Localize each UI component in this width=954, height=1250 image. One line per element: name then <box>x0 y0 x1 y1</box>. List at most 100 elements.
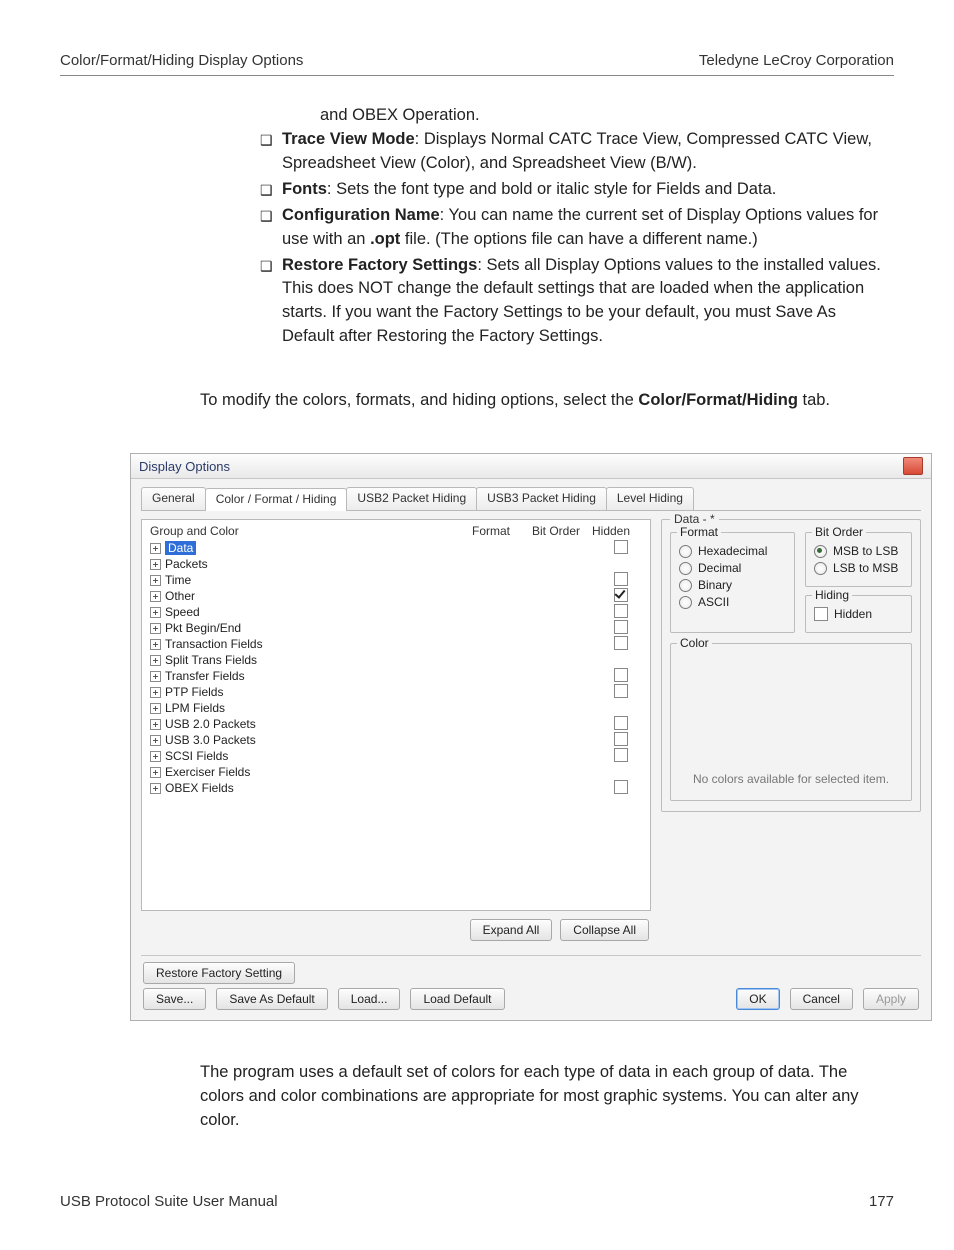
tab-usb3-packet-hiding[interactable]: USB3 Packet Hiding <box>476 487 607 510</box>
expand-icon[interactable] <box>150 767 161 778</box>
tree-row[interactable]: Transaction Fields <box>142 636 650 652</box>
col-group: Group and Color <box>150 524 472 538</box>
tree-row[interactable]: Exerciser Fields <box>142 764 650 780</box>
hidden-checkbox[interactable] <box>614 668 628 682</box>
hidden-checkbox[interactable] <box>614 540 628 554</box>
tree-label[interactable]: Other <box>165 589 600 603</box>
tree-label[interactable]: Packets <box>165 557 600 571</box>
close-icon[interactable] <box>903 457 923 475</box>
tree-row[interactable]: Speed <box>142 604 650 620</box>
hidden-label: Hidden <box>834 607 872 621</box>
expand-icon[interactable] <box>150 735 161 746</box>
hidden-checkbox[interactable] <box>614 748 628 762</box>
bullet-term: Trace View Mode <box>282 130 415 148</box>
tree-row[interactable]: USB 3.0 Packets <box>142 732 650 748</box>
tree-label[interactable]: USB 2.0 Packets <box>165 717 600 731</box>
load-button[interactable]: Load... <box>338 988 401 1010</box>
cancel-button[interactable]: Cancel <box>790 988 853 1010</box>
tree-row[interactable]: Data <box>142 540 650 556</box>
tree-row[interactable]: Other <box>142 588 650 604</box>
format-legend: Format <box>677 525 721 539</box>
tree-row[interactable]: LPM Fields <box>142 700 650 716</box>
hidden-checkbox[interactable] <box>614 604 628 618</box>
expand-icon[interactable] <box>150 607 161 618</box>
format-option[interactable]: Hexadecimal <box>679 544 786 558</box>
expand-icon[interactable] <box>150 671 161 682</box>
expand-icon[interactable] <box>150 575 161 586</box>
tab-usb2-packet-hiding[interactable]: USB2 Packet Hiding <box>346 487 477 510</box>
expand-icon[interactable] <box>150 623 161 634</box>
tree-row[interactable]: USB 2.0 Packets <box>142 716 650 732</box>
expand-icon[interactable] <box>150 703 161 714</box>
radio-icon[interactable] <box>679 596 692 609</box>
tree-label[interactable]: USB 3.0 Packets <box>165 733 600 747</box>
bitorder-option[interactable]: LSB to MSB <box>814 561 903 575</box>
expand-icon[interactable] <box>150 639 161 650</box>
hidden-checkbox[interactable] <box>614 780 628 794</box>
bullet-item: ❑Fonts: Sets the font type and bold or i… <box>260 178 888 202</box>
radio-icon[interactable] <box>679 545 692 558</box>
tree-row[interactable]: Time <box>142 572 650 588</box>
save-as-default-button[interactable]: Save As Default <box>216 988 327 1010</box>
bullet-item: ❑Trace View Mode: Displays Normal CATC T… <box>260 128 888 176</box>
hidden-checkbox[interactable] <box>614 716 628 730</box>
tree-label[interactable]: Transaction Fields <box>165 637 600 651</box>
hidden-checkbox[interactable] <box>614 572 628 586</box>
expand-all-button[interactable]: Expand All <box>470 919 553 941</box>
tree-label[interactable]: PTP Fields <box>165 685 600 699</box>
tab-level-hiding[interactable]: Level Hiding <box>606 487 694 510</box>
radio-icon[interactable] <box>814 545 827 558</box>
expand-icon[interactable] <box>150 591 161 602</box>
load-default-button[interactable]: Load Default <box>410 988 504 1010</box>
bullet-bold-mid: .opt <box>370 230 400 248</box>
tree-row[interactable]: PTP Fields <box>142 684 650 700</box>
tree-label[interactable]: SCSI Fields <box>165 749 600 763</box>
tree-label[interactable]: Transfer Fields <box>165 669 600 683</box>
footer-page-number: 177 <box>869 1193 894 1210</box>
radio-icon[interactable] <box>679 579 692 592</box>
collapse-all-button[interactable]: Collapse All <box>560 919 649 941</box>
tree-row[interactable]: OBEX Fields <box>142 780 650 796</box>
ok-button[interactable]: OK <box>736 988 779 1010</box>
expand-icon[interactable] <box>150 655 161 666</box>
tree-label[interactable]: Exerciser Fields <box>165 765 600 779</box>
tree-row[interactable]: Pkt Begin/End <box>142 620 650 636</box>
hidden-checkbox[interactable] <box>614 636 628 650</box>
expand-icon[interactable] <box>150 719 161 730</box>
save-button[interactable]: Save... <box>143 988 206 1010</box>
hiding-legend: Hiding <box>812 588 852 602</box>
tree-label[interactable]: Split Trans Fields <box>165 653 600 667</box>
tree-label[interactable]: OBEX Fields <box>165 781 600 795</box>
expand-icon[interactable] <box>150 687 161 698</box>
hidden-checkbox[interactable] <box>614 588 628 602</box>
tree-row[interactable]: Packets <box>142 556 650 572</box>
hidden-checkbox[interactable] <box>614 732 628 746</box>
radio-icon[interactable] <box>679 562 692 575</box>
tree-label[interactable]: Pkt Begin/End <box>165 621 600 635</box>
bitorder-option[interactable]: MSB to LSB <box>814 544 903 558</box>
format-option[interactable]: Binary <box>679 578 786 592</box>
expand-icon[interactable] <box>150 783 161 794</box>
tree-row[interactable]: Transfer Fields <box>142 668 650 684</box>
restore-factory-button[interactable]: Restore Factory Setting <box>143 962 295 984</box>
hidden-checkbox[interactable] <box>814 607 828 621</box>
tree-label[interactable]: Speed <box>165 605 600 619</box>
expand-icon[interactable] <box>150 751 161 762</box>
tree-label[interactable]: Data <box>165 541 196 555</box>
tree-label[interactable]: LPM Fields <box>165 701 600 715</box>
hidden-checkbox[interactable] <box>614 684 628 698</box>
tree-row[interactable]: SCSI Fields <box>142 748 650 764</box>
tab-color-format-hiding[interactable]: Color / Format / Hiding <box>205 488 348 511</box>
apply-button[interactable]: Apply <box>863 988 919 1010</box>
hidden-checkbox[interactable] <box>614 620 628 634</box>
format-option[interactable]: ASCII <box>679 595 786 609</box>
expand-icon[interactable] <box>150 559 161 570</box>
format-option[interactable]: Decimal <box>679 561 786 575</box>
tree-label[interactable]: Time <box>165 573 600 587</box>
tab-general[interactable]: General <box>141 487 206 510</box>
bullet-body: Configuration Name: You can name the cur… <box>282 204 888 252</box>
group-tree[interactable]: Group and Color Format Bit Order Hidden … <box>141 519 651 911</box>
expand-icon[interactable] <box>150 543 161 554</box>
tree-row[interactable]: Split Trans Fields <box>142 652 650 668</box>
radio-icon[interactable] <box>814 562 827 575</box>
